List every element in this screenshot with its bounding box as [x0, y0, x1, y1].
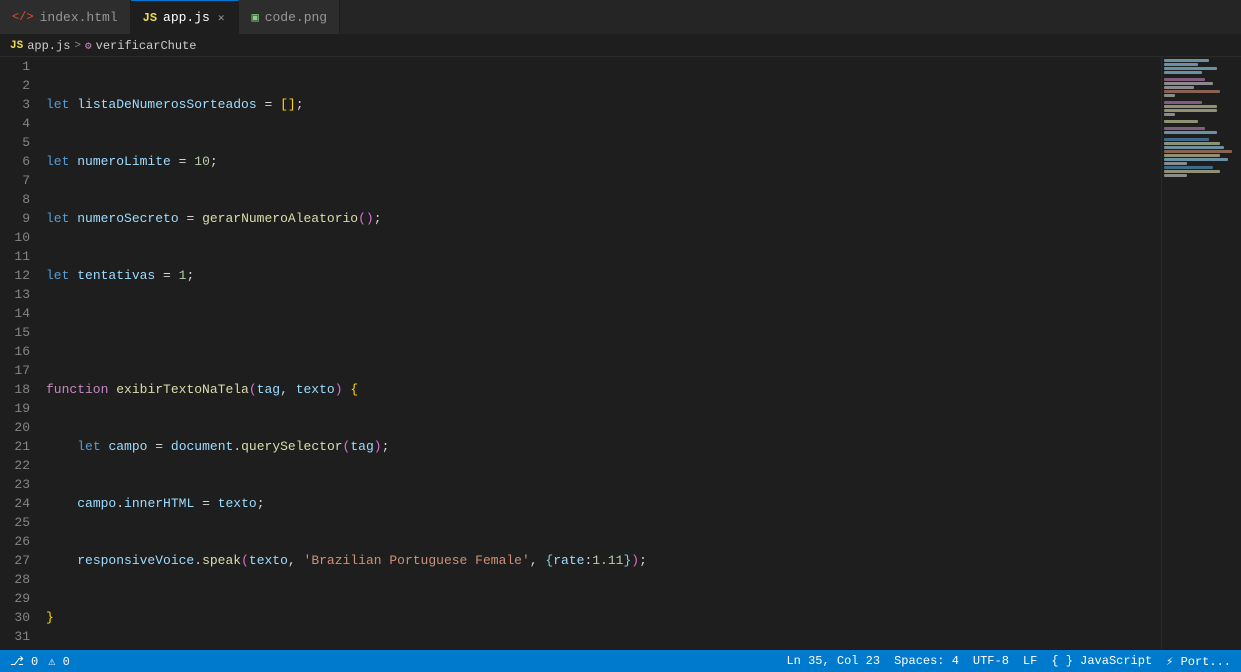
- minimap[interactable]: [1161, 57, 1241, 650]
- code-line-8: campo.innerHTML = texto;: [42, 494, 1141, 513]
- line-numbers: 12345 678910 1112131415 1617181920 21222…: [0, 57, 42, 650]
- breadcrumb-separator: >: [74, 40, 81, 52]
- tab-app-js[interactable]: JS app.js ✕: [131, 0, 240, 34]
- tab-label-app-js: app.js: [163, 10, 210, 25]
- editor-area[interactable]: 12345 678910 1112131415 1617181920 21222…: [0, 57, 1161, 650]
- status-eol[interactable]: LF: [1023, 654, 1037, 668]
- code-line-5: [42, 323, 1141, 342]
- editor-main: 12345 678910 1112131415 1617181920 21222…: [0, 57, 1241, 650]
- code-line-2: let numeroLimite = 10;: [42, 152, 1141, 171]
- code-line-9: responsiveVoice.speak(texto, 'Brazilian …: [42, 551, 1141, 570]
- breadcrumb: JS app.js > ⚙ verificarChute: [0, 35, 1241, 57]
- status-port[interactable]: ⚡ Port...: [1166, 654, 1231, 669]
- html-icon: </>: [12, 10, 34, 24]
- breadcrumb-func[interactable]: verificarChute: [96, 39, 197, 53]
- code-line-1: let listaDeNumerosSorteados = [];: [42, 95, 1141, 114]
- code-line-10: }: [42, 608, 1141, 627]
- status-right: Ln 35, Col 23 Spaces: 4 UTF-8 LF { } Jav…: [786, 654, 1231, 669]
- status-left: ⎇ 0 ⚠ 0: [10, 654, 70, 669]
- tab-index-html[interactable]: </> index.html: [0, 0, 131, 34]
- code-line-7: let campo = document.querySelector(tag);: [42, 437, 1141, 456]
- status-language[interactable]: { } JavaScript: [1051, 654, 1152, 668]
- status-position[interactable]: Ln 35, Col 23: [786, 654, 880, 668]
- status-encoding[interactable]: UTF-8: [973, 654, 1009, 668]
- png-icon: ▣: [251, 10, 258, 25]
- breadcrumb-func-icon: ⚙: [85, 39, 92, 53]
- tab-label-index-html: index.html: [40, 10, 118, 25]
- code-line-6: function exibirTextoNaTela(tag, texto) {: [42, 380, 1141, 399]
- tab-label-code-png: code.png: [265, 10, 327, 25]
- status-warnings[interactable]: ⚠ 0: [48, 654, 70, 669]
- status-spaces[interactable]: Spaces: 4: [894, 654, 959, 668]
- tab-bar: </> index.html JS app.js ✕ ▣ code.png: [0, 0, 1241, 35]
- tab-close-button[interactable]: ✕: [216, 9, 227, 27]
- status-bar: ⎇ 0 ⚠ 0 Ln 35, Col 23 Spaces: 4 UTF-8 LF…: [0, 650, 1241, 672]
- code-line-4: let tentativas = 1;: [42, 266, 1141, 285]
- status-branch[interactable]: ⎇ 0: [10, 654, 38, 669]
- breadcrumb-file[interactable]: app.js: [27, 39, 70, 53]
- breadcrumb-js-icon: JS: [10, 40, 23, 52]
- code-line-3: let numeroSecreto = gerarNumeroAleatorio…: [42, 209, 1141, 228]
- js-icon-active: JS: [143, 11, 157, 25]
- tab-code-png[interactable]: ▣ code.png: [239, 0, 340, 34]
- code-content[interactable]: let listaDeNumerosSorteados = []; let nu…: [42, 57, 1161, 650]
